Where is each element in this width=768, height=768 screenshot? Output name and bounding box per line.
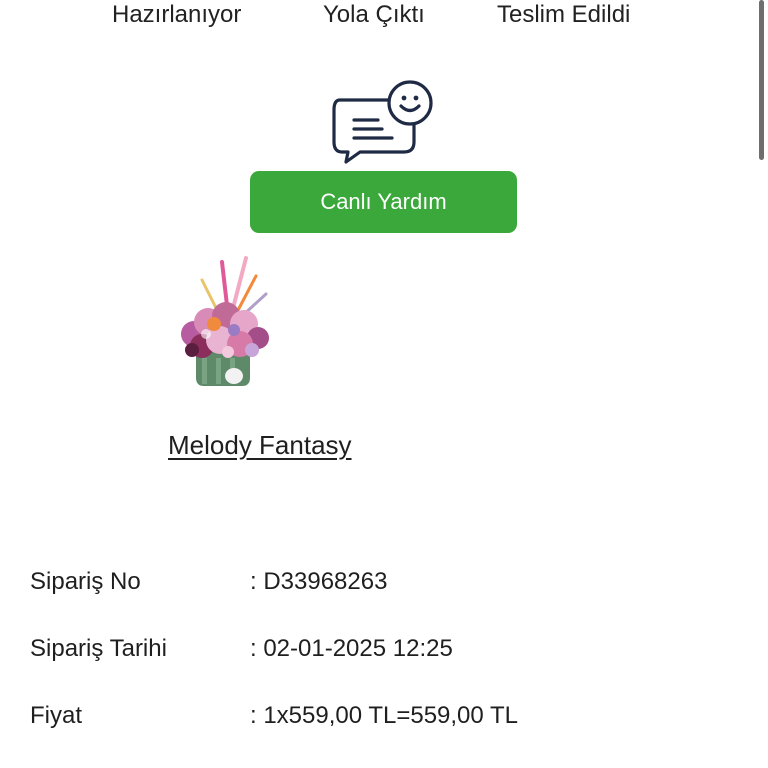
order-detail-page: Hazırlanıyor Yola Çıktı Teslim Edildi Ca… [0,0,768,768]
status-step-shipped: Yola Çıktı [323,1,425,28]
order-no-label: Sipariş No [30,568,141,595]
order-no-value: : D33968263 [250,568,388,595]
status-step-delivered: Teslim Edildi [497,1,631,28]
detail-row-order-date: Sipariş Tarihi : 02-01-2025 12:25 [30,632,730,666]
price-value: : 1x559,00 TL=559,00 TL [250,702,518,729]
flower-bouquet-image[interactable] [172,254,276,392]
chat-support-icon [330,78,436,164]
order-status-steps: Hazırlanıyor Yola Çıktı Teslim Edildi [0,0,768,34]
detail-row-order-no: Sipariş No : D33968263 [30,565,730,599]
order-date-label: Sipariş Tarihi [30,635,167,662]
status-step-preparing: Hazırlanıyor [112,1,242,28]
scrollbar[interactable] [759,0,764,160]
live-help-button[interactable]: Canlı Yardım [250,171,517,233]
price-label: Fiyat [30,702,83,729]
product-name-link[interactable]: Melody Fantasy [168,428,352,462]
detail-row-price: Fiyat : 1x559,00 TL=559,00 TL [30,699,730,733]
order-date-value: : 02-01-2025 12:25 [250,635,453,662]
